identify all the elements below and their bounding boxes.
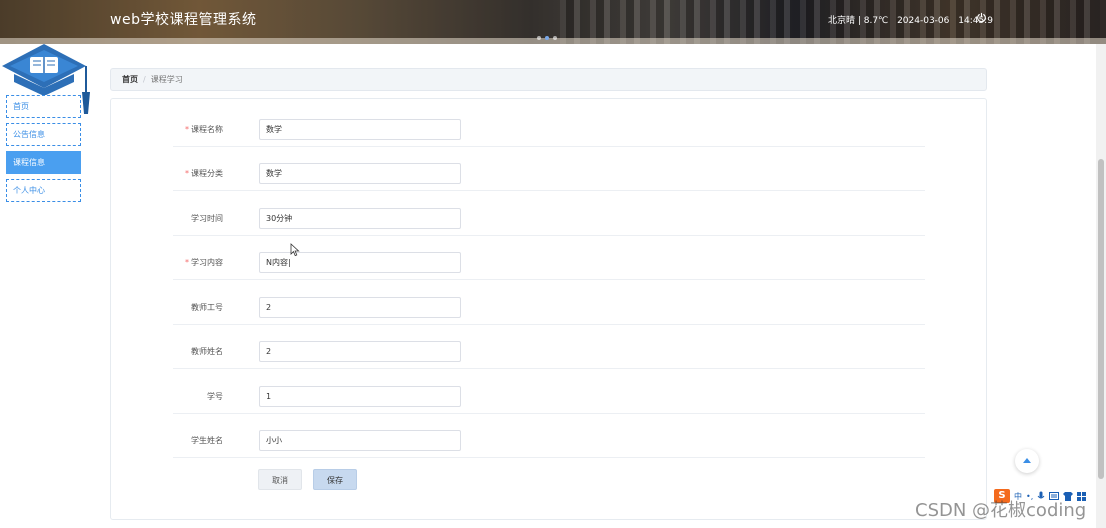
form-row-student-id: 学号 1: [173, 370, 925, 414]
course-category-input[interactable]: 数学: [259, 163, 461, 184]
form-row-course-category: * 课程分类 数学: [173, 147, 925, 191]
breadcrumb-home[interactable]: 首页: [122, 75, 138, 84]
csdn-watermark: CSDN @花椒coding: [915, 500, 1087, 521]
sidebar-item-home[interactable]: 首页: [6, 95, 81, 118]
form-row-teacher-name: 教师姓名 2: [173, 325, 925, 369]
date-text: 2024-03-06: [897, 16, 950, 26]
carousel-dots[interactable]: [537, 36, 557, 40]
required-mark: *: [185, 258, 189, 267]
field-label: * 学习内容: [185, 258, 223, 267]
back-to-top-button[interactable]: [1015, 449, 1039, 473]
form-row-study-time: 学习时间 30分钟: [173, 192, 925, 236]
save-button[interactable]: 保存: [313, 469, 357, 490]
sidebar-item-courses[interactable]: 课程信息: [6, 151, 81, 174]
breadcrumb-separator: /: [143, 75, 146, 84]
field-label: * 课程分类: [185, 169, 223, 178]
breadcrumb: 首页 / 课程学习: [110, 68, 987, 91]
field-label: 教师工号: [191, 303, 223, 312]
breadcrumb-current: 课程学习: [150, 75, 183, 84]
form-row-course-name: * 课程名称 数学: [173, 103, 925, 147]
cancel-button[interactable]: 取消: [258, 469, 302, 490]
form-row-study-content: * 学习内容 N内容|: [173, 236, 925, 280]
mouse-cursor-icon: [290, 243, 300, 257]
sidebar-item-notices[interactable]: 公告信息: [6, 123, 81, 146]
student-name-input[interactable]: 小小: [259, 430, 461, 451]
field-label: 学生姓名: [191, 436, 223, 445]
course-name-input[interactable]: 数学: [259, 119, 461, 140]
student-id-input[interactable]: 1: [259, 386, 461, 407]
header-info: 北京晴 | 8.7℃ 2024-03-06 14:45:9: [828, 13, 999, 26]
sidebar: 首页 公告信息 课程信息 个人中心: [6, 95, 81, 207]
page-scrollbar[interactable]: [1096, 44, 1106, 528]
site-title: web学校课程管理系统: [110, 12, 257, 28]
arrow-up-icon: [1023, 458, 1031, 463]
weather-text: 北京晴 | 8.7℃: [828, 16, 889, 26]
field-label: 学号: [207, 392, 223, 401]
required-mark: *: [185, 125, 189, 134]
field-label: * 课程名称: [185, 125, 223, 134]
form-row-student-name: 学生姓名 小小: [173, 414, 925, 458]
sidebar-item-profile[interactable]: 个人中心: [6, 179, 81, 202]
field-label: 教师姓名: [191, 347, 223, 356]
study-time-input[interactable]: 30分钟: [259, 208, 461, 229]
teacher-name-input[interactable]: 2: [259, 341, 461, 362]
required-mark: *: [185, 169, 189, 178]
header-banner: web学校课程管理系统 北京晴 | 8.7℃ 2024-03-06 14:45:…: [0, 0, 1106, 44]
field-label: 学习时间: [191, 214, 223, 223]
power-icon[interactable]: [976, 12, 987, 23]
form-row-teacher-id: 教师工号 2: [173, 281, 925, 325]
teacher-id-input[interactable]: 2: [259, 297, 461, 318]
scrollbar-thumb[interactable]: [1098, 159, 1104, 479]
form-panel: * 课程名称 数学 * 课程分类 数学 学习时间 30分钟 * 学习内容 N内容| 教…: [110, 98, 987, 520]
